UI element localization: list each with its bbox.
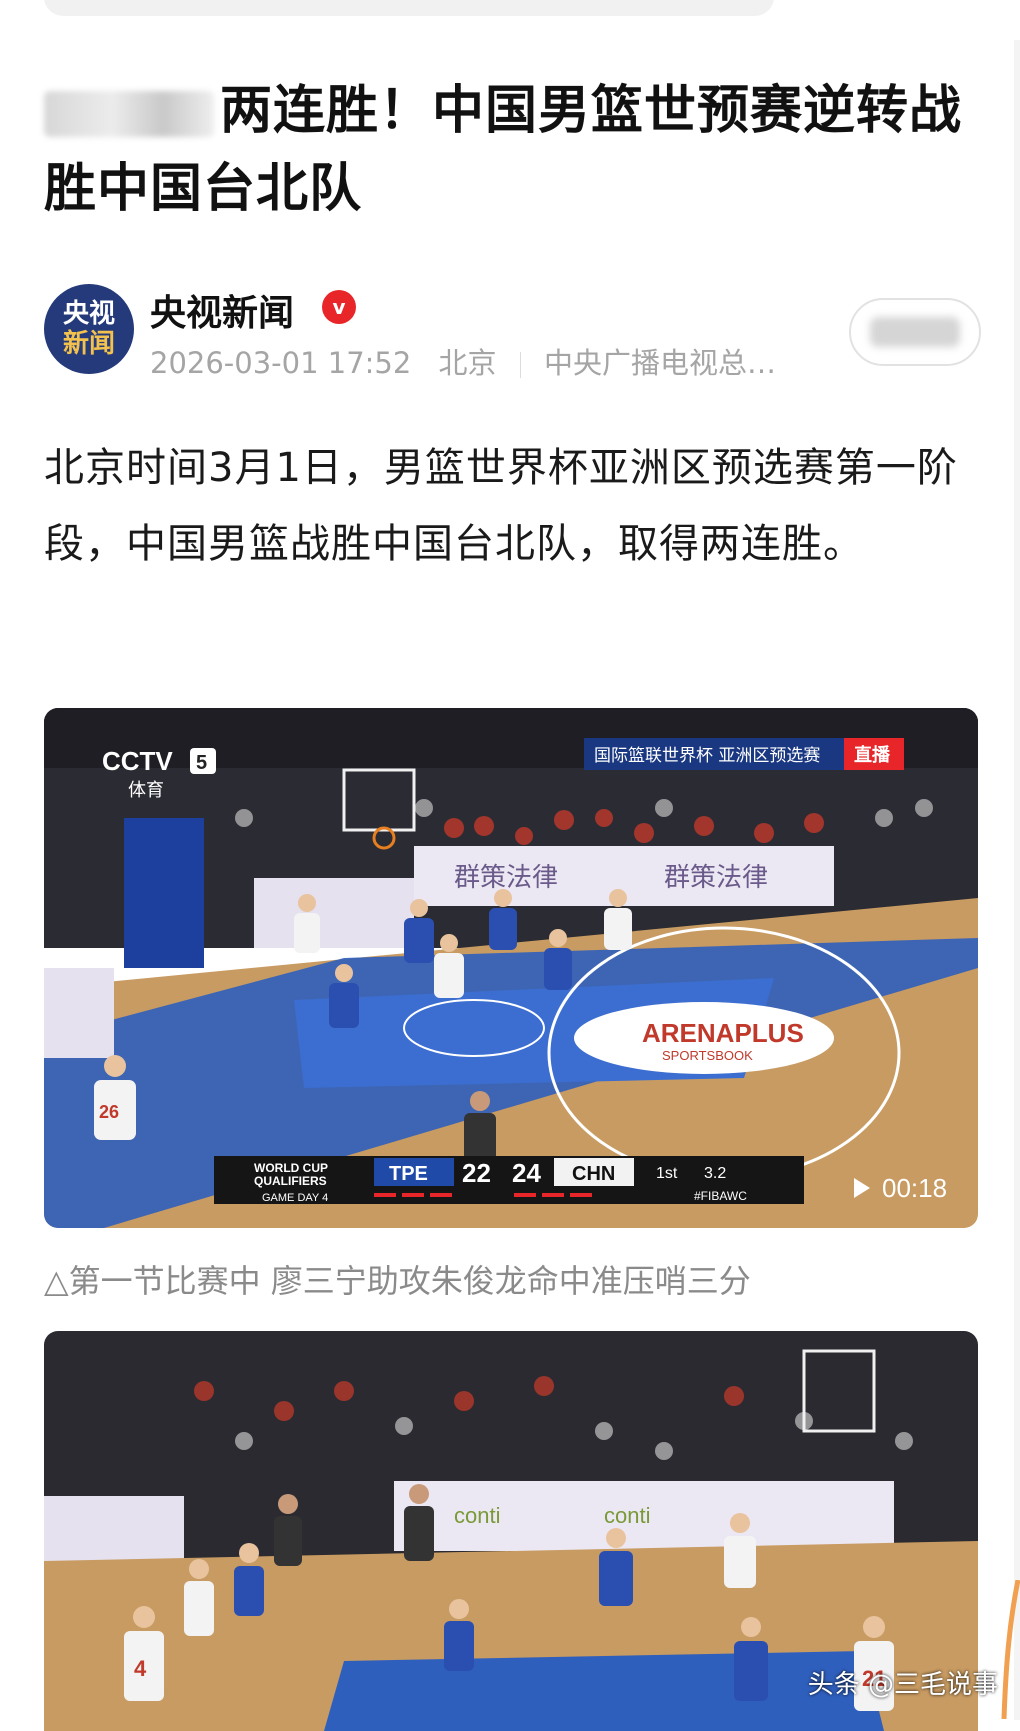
sponsor-board-text: conti (604, 1503, 650, 1528)
scoreboard: WORLD CUP QUALIFIERS GAME DAY 4 TPE 22 2… (214, 1156, 804, 1204)
author-name[interactable]: 央视新闻 (150, 284, 294, 336)
team-right: CHN (572, 1163, 615, 1185)
scroll-track (1014, 40, 1020, 1720)
sponsor-board-text-2: 群策法律 (664, 863, 768, 893)
cctv-logo-text: CCTV (102, 746, 173, 776)
period: 1st (656, 1165, 678, 1182)
player-number: 4 (134, 1656, 147, 1681)
video-frame-1: 群策法律 群策法律 ARENAPLUS SPORTSBOOK 26 CCTV 5… (44, 708, 978, 1228)
article-title: 两连胜！中国男篮世预赛逆转战胜中国台北队 (44, 72, 984, 228)
team-left: TPE (389, 1163, 428, 1185)
clock: 3.2 (704, 1165, 726, 1182)
paint-area (324, 1651, 884, 1731)
avatar-text-bottom: 新闻 (62, 329, 115, 359)
author-bar: 央视 新闻 央视新闻 v 2026-03-01 17:52 北京 中央广播电视总… (44, 282, 984, 382)
event-line-1: WORLD CUP (254, 1161, 328, 1175)
basket-stanchion (124, 818, 204, 968)
score-left: 22 (462, 1158, 491, 1188)
referee (274, 1494, 302, 1566)
meta-divider (519, 352, 521, 378)
publish-date: 2026-03-01 17:52 (150, 346, 412, 380)
live-badge-text: 直播 (854, 744, 891, 766)
avatar-text-top: 央视 (62, 299, 115, 329)
left-sponsor-board (44, 1496, 184, 1566)
event-line-2: QUALIFIERS (254, 1174, 327, 1188)
sponsor-board-text: conti (454, 1503, 500, 1528)
hashtag: #FIBAWC (694, 1189, 747, 1203)
follow-button[interactable] (849, 298, 981, 366)
verified-icon: v (322, 290, 356, 324)
publish-location: 北京 (438, 346, 497, 380)
left-sponsor-board (44, 968, 114, 1058)
article-body: 北京时间3月1日，男篮世界杯亚洲区预选赛第一阶段，中国男篮战胜中国台北队，取得两… (44, 445, 958, 567)
court-logo-text: ARENAPLUS (642, 1018, 804, 1048)
side-sponsor-board (254, 878, 414, 948)
publish-source: 中央广播电视总… (544, 346, 777, 380)
video-duration: 00:18 (882, 1173, 947, 1203)
game-day: GAME DAY 4 (262, 1192, 328, 1204)
video-player-1[interactable]: 群策法律 群策法律 ARENAPLUS SPORTSBOOK 26 CCTV 5… (44, 708, 978, 1228)
blurred-title-prefix (44, 91, 214, 137)
score-right: 24 (512, 1158, 541, 1188)
video-caption: △第一节比赛中 廖三宁助攻朱俊龙命中准压哨三分 (44, 1262, 751, 1300)
top-search-bar-remnant (44, 0, 774, 16)
sponsor-board-text-1: 群策法律 (454, 863, 558, 893)
court-logo-subtext: SPORTSBOOK (662, 1048, 753, 1063)
edge-highlight (1001, 1580, 1020, 1719)
blurred-follow-label (870, 317, 960, 347)
author-avatar[interactable]: 央视 新闻 (44, 284, 134, 374)
player-number: 26 (99, 1102, 119, 1122)
tournament-banner-text: 国际篮联世界杯 亚洲区预选赛 (594, 745, 820, 766)
channel-name: 体育 (128, 780, 164, 801)
watermark: 头条 @三毛说事 (807, 1670, 998, 1700)
channel-number: 5 (196, 752, 207, 774)
author-meta: 2026-03-01 17:52 北京 中央广播电视总… (150, 340, 776, 382)
